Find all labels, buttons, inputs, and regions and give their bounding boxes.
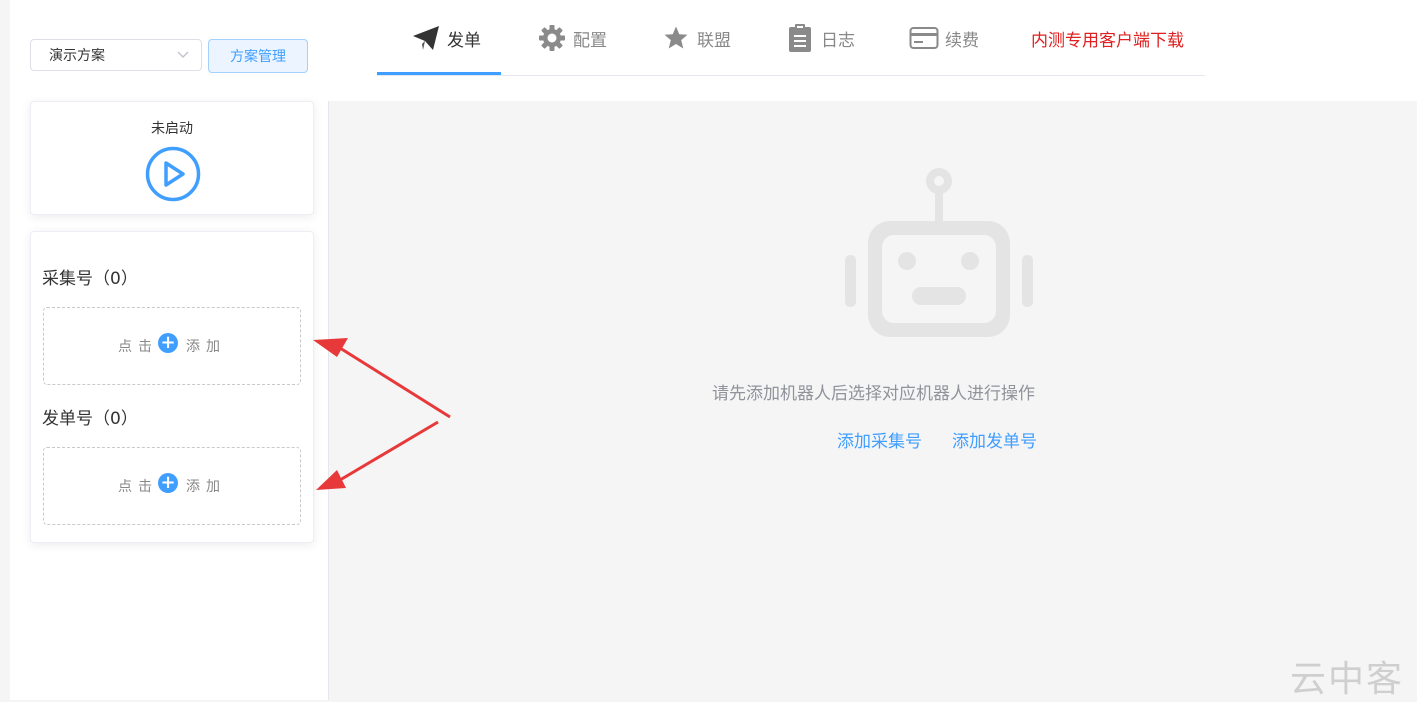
tab-label: 配置 [573, 30, 607, 51]
status-label: 未启动 [151, 121, 193, 137]
tab-renew[interactable]: 续费 [909, 22, 979, 54]
tab-label: 发单 [447, 30, 481, 51]
star-icon [661, 23, 691, 53]
add-prefix: 点击 [118, 339, 158, 355]
add-send-link[interactable]: 添加发单号 [952, 427, 1037, 452]
client-download-link[interactable]: 内测专用客户端下载 [1031, 22, 1184, 54]
add-prefix: 点击 [118, 479, 158, 495]
watermark: 云中客 [1290, 659, 1405, 700]
accounts-card: 采集号（0） 点击 + 添加 发单号（0） 点击 + 添加 [30, 231, 314, 543]
active-tab-underline [377, 72, 501, 75]
paper-plane-icon [411, 23, 441, 53]
credit-card-icon [909, 23, 939, 53]
tab-config[interactable]: 配置 [537, 22, 607, 54]
tab-send-order[interactable]: 发单 [411, 22, 481, 54]
tab-log[interactable]: 日志 [785, 22, 855, 54]
play-icon[interactable] [145, 146, 201, 202]
tab-label: 日志 [821, 30, 855, 51]
tab-label: 联盟 [697, 30, 731, 51]
scheme-select-value: 演示方案 [49, 48, 105, 64]
robot-icon [845, 168, 1033, 337]
collect-section-title: 采集号（0） [42, 269, 138, 289]
clipboard-icon [785, 23, 815, 53]
scheme-select[interactable]: 演示方案 [30, 39, 202, 71]
empty-actions: 添加采集号 添加发单号 [837, 427, 1037, 452]
add-collect-link[interactable]: 添加采集号 [837, 427, 922, 452]
add-suffix: 添加 [186, 479, 226, 495]
add-send-button[interactable]: 点击 + 添加 [43, 447, 301, 525]
chevron-down-icon [177, 49, 189, 61]
empty-hint: 请先添加机器人后选择对应机器人进行操作 [712, 384, 1035, 404]
main-content-area: 请先添加机器人后选择对应机器人进行操作 添加采集号 添加发单号 [328, 101, 1417, 700]
app-page: 演示方案 方案管理 发单 配置 联盟 日志 续费 内测专用客户端下载 未启动 采… [10, 0, 1417, 700]
tab-alliance[interactable]: 联盟 [661, 22, 731, 54]
scheme-manage-button[interactable]: 方案管理 [208, 39, 308, 73]
send-section-title: 发单号（0） [42, 409, 138, 429]
main-tabs: 发单 配置 联盟 日志 续费 内测专用客户端下载 [377, 0, 1205, 76]
add-suffix: 添加 [186, 339, 226, 355]
tab-label: 续费 [945, 30, 979, 51]
gear-icon [537, 23, 567, 53]
add-collect-button[interactable]: 点击 + 添加 [43, 307, 301, 385]
plus-icon: + [158, 473, 178, 493]
plus-icon: + [158, 333, 178, 353]
status-card: 未启动 [30, 101, 314, 215]
